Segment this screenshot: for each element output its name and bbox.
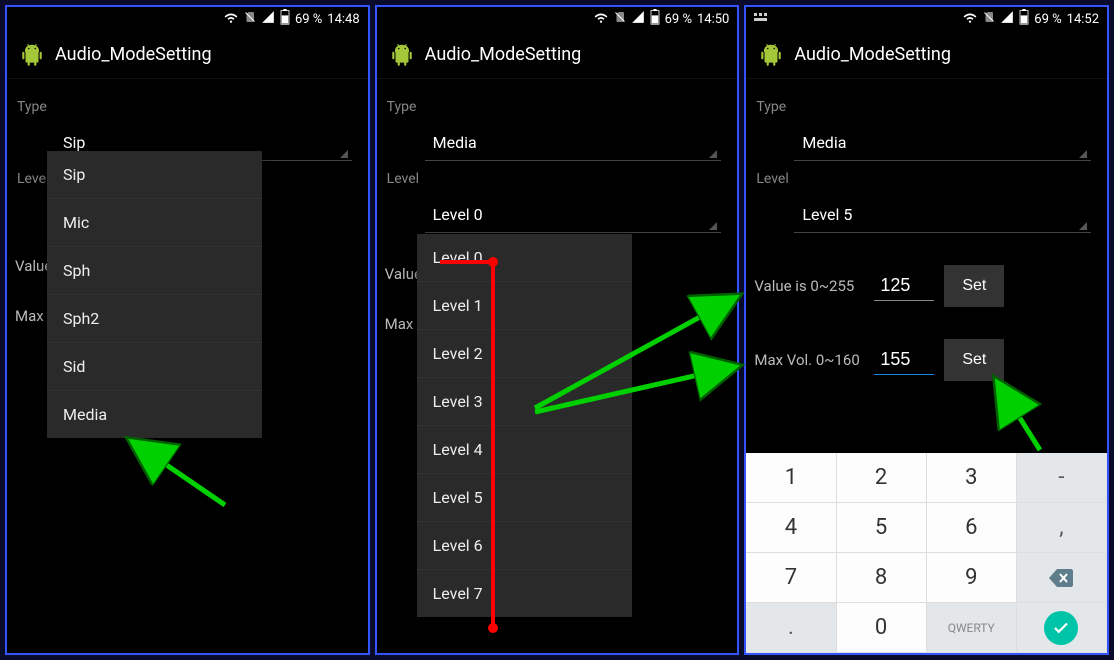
level-label: Level bbox=[387, 171, 730, 187]
maxvol-row-label: Max Vol. 0~160 bbox=[754, 351, 864, 369]
spinner-arrow-icon bbox=[709, 222, 717, 230]
signal-icon bbox=[261, 10, 275, 28]
battery-text: 69 % bbox=[665, 12, 692, 27]
app-bar: Audio_ModeSetting bbox=[7, 31, 368, 79]
type-spinner-value: Media bbox=[802, 133, 846, 152]
key-2[interactable]: 2 bbox=[837, 453, 927, 503]
level-option-3[interactable]: Level 3 bbox=[417, 378, 632, 426]
phone-screen-1: 69 % 14:48 Audio_ModeSetting Type Sip Le… bbox=[5, 5, 370, 655]
key-8[interactable]: 8 bbox=[837, 553, 927, 603]
value-row-label: Value is 0~255 bbox=[754, 277, 864, 295]
spinner-arrow-icon bbox=[1079, 222, 1087, 230]
level-dropdown: Level 0 Level 1 Level 2 Level 3 Level 4 … bbox=[417, 234, 632, 617]
key-6[interactable]: 6 bbox=[927, 503, 1017, 553]
level-option-1[interactable]: Level 1 bbox=[417, 282, 632, 330]
level-label: Level bbox=[756, 171, 1099, 187]
clock-text: 14:52 bbox=[1067, 12, 1099, 27]
battery-text: 69 % bbox=[1034, 12, 1061, 27]
status-bar: 69 % 14:50 bbox=[377, 7, 738, 31]
level-option-6[interactable]: Level 6 bbox=[417, 522, 632, 570]
type-spinner[interactable]: Media bbox=[794, 121, 1091, 161]
value-set-button[interactable]: Set bbox=[944, 265, 1004, 307]
app-title: Audio_ModeSetting bbox=[425, 44, 582, 65]
check-icon bbox=[1044, 611, 1078, 645]
android-logo-icon bbox=[19, 42, 45, 68]
key-qwerty[interactable]: QWERTY bbox=[927, 603, 1017, 653]
key-comma[interactable]: , bbox=[1017, 503, 1107, 553]
app-bar: Audio_ModeSetting bbox=[746, 31, 1107, 79]
battery-icon bbox=[650, 9, 660, 29]
key-1[interactable]: 1 bbox=[746, 453, 836, 503]
android-logo-icon bbox=[758, 42, 784, 68]
type-option-sip[interactable]: Sip bbox=[47, 151, 262, 199]
no-sim-icon bbox=[614, 10, 626, 28]
key-3[interactable]: 3 bbox=[927, 453, 1017, 503]
wifi-icon bbox=[223, 10, 239, 28]
level-spinner-value: Level 5 bbox=[802, 205, 852, 224]
type-option-mic[interactable]: Mic bbox=[47, 199, 262, 247]
maxvol-set-button[interactable]: Set bbox=[944, 339, 1004, 381]
level-spinner[interactable]: Level 5 bbox=[794, 193, 1091, 233]
key-backspace[interactable] bbox=[1017, 553, 1107, 603]
key-4[interactable]: 4 bbox=[746, 503, 836, 553]
level-option-0[interactable]: Level 0 bbox=[417, 234, 632, 282]
status-bar: 69 % 14:48 bbox=[7, 7, 368, 31]
type-spinner[interactable]: Media bbox=[425, 121, 722, 161]
numeric-keypad: 1 2 3 - 4 5 6 , 7 8 9 . 0 QWERTY bbox=[746, 453, 1107, 653]
type-label: Type bbox=[17, 99, 360, 115]
no-sim-icon bbox=[983, 10, 995, 28]
ime-bars-icon bbox=[754, 12, 770, 27]
battery-text: 69 % bbox=[295, 12, 322, 27]
content-area: Type Sip Level Value Max V Sip Mic Sph S… bbox=[7, 79, 368, 653]
key-dash[interactable]: - bbox=[1017, 453, 1107, 503]
app-title: Audio_ModeSetting bbox=[55, 44, 212, 65]
spinner-arrow-icon bbox=[709, 150, 717, 158]
status-bar: 69 % 14:52 bbox=[746, 7, 1107, 31]
app-title: Audio_ModeSetting bbox=[794, 44, 951, 65]
key-5[interactable]: 5 bbox=[837, 503, 927, 553]
clock-text: 14:50 bbox=[697, 12, 729, 27]
spinner-arrow-icon bbox=[1079, 150, 1087, 158]
type-option-sid[interactable]: Sid bbox=[47, 343, 262, 391]
phone-screen-3: 69 % 14:52 Audio_ModeSetting Type Media … bbox=[744, 5, 1109, 655]
type-spinner-value: Media bbox=[433, 133, 477, 152]
signal-icon bbox=[1000, 10, 1014, 28]
level-option-2[interactable]: Level 2 bbox=[417, 330, 632, 378]
type-option-media[interactable]: Media bbox=[47, 391, 262, 438]
type-option-sph2[interactable]: Sph2 bbox=[47, 295, 262, 343]
level-option-7[interactable]: Level 7 bbox=[417, 570, 632, 617]
battery-icon bbox=[280, 9, 290, 29]
value-input[interactable] bbox=[874, 271, 934, 301]
level-spinner-value: Level 0 bbox=[433, 205, 483, 224]
key-dot[interactable]: . bbox=[746, 603, 836, 653]
type-spinner-value: Sip bbox=[63, 133, 85, 152]
level-option-4[interactable]: Level 4 bbox=[417, 426, 632, 474]
signal-icon bbox=[631, 10, 645, 28]
level-option-5[interactable]: Level 5 bbox=[417, 474, 632, 522]
spinner-arrow-icon bbox=[340, 150, 348, 158]
key-0[interactable]: 0 bbox=[837, 603, 927, 653]
key-7[interactable]: 7 bbox=[746, 553, 836, 603]
type-label: Type bbox=[756, 99, 1099, 115]
phone-screen-2: 69 % 14:50 Audio_ModeSetting Type Media … bbox=[375, 5, 740, 655]
maxvol-input[interactable] bbox=[874, 345, 934, 375]
battery-icon bbox=[1019, 9, 1029, 29]
clock-text: 14:48 bbox=[327, 12, 359, 27]
key-9[interactable]: 9 bbox=[927, 553, 1017, 603]
type-dropdown: Sip Mic Sph Sph2 Sid Media bbox=[47, 151, 262, 438]
level-spinner[interactable]: Level 0 bbox=[425, 193, 722, 233]
wifi-icon bbox=[962, 10, 978, 28]
key-enter[interactable] bbox=[1017, 603, 1107, 653]
type-label: Type bbox=[387, 99, 730, 115]
type-option-sph[interactable]: Sph bbox=[47, 247, 262, 295]
wifi-icon bbox=[593, 10, 609, 28]
no-sim-icon bbox=[244, 10, 256, 28]
app-bar: Audio_ModeSetting bbox=[377, 31, 738, 79]
android-logo-icon bbox=[389, 42, 415, 68]
content-area: Type Media Level Level 0 Value Max V Lev… bbox=[377, 79, 738, 653]
